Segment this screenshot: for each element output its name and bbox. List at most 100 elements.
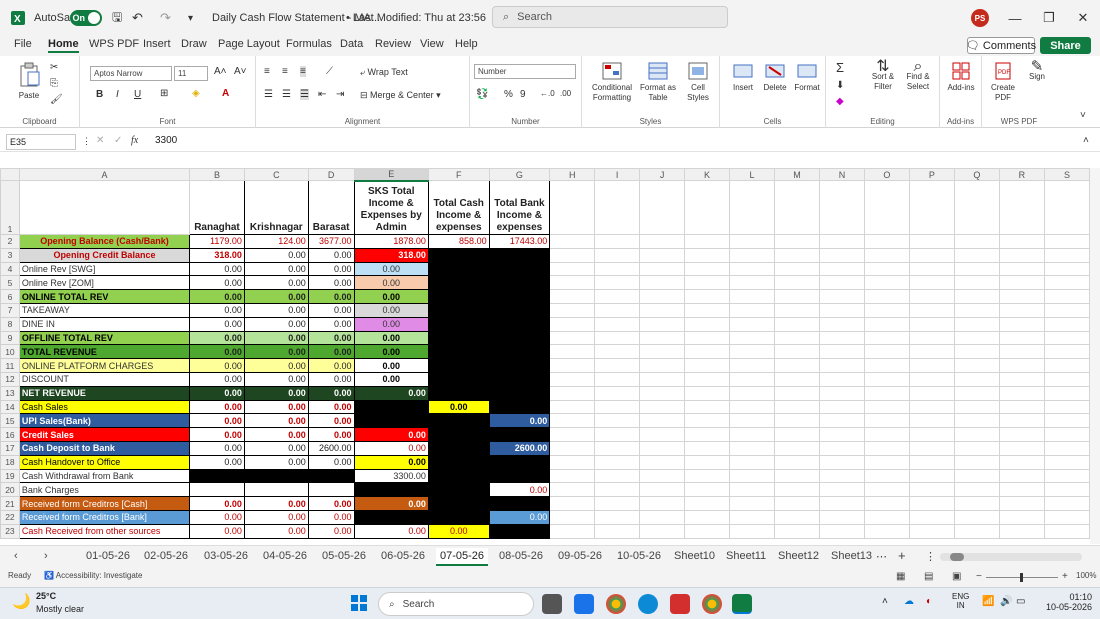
cell-d[interactable]: 0.00	[307, 275, 355, 291]
empty-cell[interactable]	[818, 330, 865, 346]
empty-cell[interactable]	[863, 180, 910, 235]
chrome-profile-icon[interactable]	[702, 594, 722, 614]
cell-f[interactable]	[427, 385, 490, 401]
zoom-slider-thumb[interactable]	[1020, 573, 1023, 582]
cell-c[interactable]: 0.00	[243, 316, 309, 332]
empty-cell[interactable]	[998, 289, 1045, 304]
row-label[interactable]: DISCOUNT	[18, 371, 191, 387]
empty-cell[interactable]	[953, 427, 1000, 442]
cell-g[interactable]	[488, 496, 551, 511]
empty-cell[interactable]	[1043, 180, 1090, 235]
cell-c[interactable]: 0.00	[243, 371, 309, 387]
empty-cell[interactable]	[1043, 482, 1090, 498]
cell-g[interactable]	[488, 275, 551, 291]
cell-c[interactable]: 0.00	[243, 454, 309, 470]
row-label[interactable]: Opening Balance (Cash/Bank)	[18, 234, 191, 249]
empty-cell[interactable]	[1043, 289, 1090, 304]
empty-cell[interactable]	[818, 302, 865, 318]
copy-icon[interactable]: ⎘	[50, 78, 58, 89]
next-sheet-icon[interactable]: ›	[44, 550, 48, 562]
empty-cell[interactable]	[818, 358, 865, 373]
empty-cell[interactable]	[729, 482, 775, 498]
empty-cell[interactable]	[818, 371, 865, 387]
empty-cell[interactable]	[998, 275, 1045, 291]
currency-icon[interactable]: 💱	[476, 89, 488, 100]
row-label[interactable]: OFFLINE TOTAL REV	[18, 330, 191, 346]
empty-cell[interactable]	[773, 454, 820, 470]
empty-cell[interactable]	[639, 523, 686, 539]
cell-g[interactable]	[488, 261, 551, 277]
empty-cell[interactable]	[908, 275, 955, 291]
empty-cell[interactable]	[953, 344, 1000, 360]
customize-qat-icon[interactable]: ▾	[188, 0, 193, 36]
empty-cell[interactable]	[773, 289, 820, 304]
empty-cell[interactable]	[773, 509, 820, 525]
empty-cell[interactable]	[908, 344, 955, 360]
empty-cell[interactable]	[594, 509, 641, 525]
empty-cell[interactable]	[863, 413, 910, 429]
cell-d[interactable]: 0.00	[307, 509, 355, 525]
row-label[interactable]: Received form Creditros [Bank]	[18, 509, 191, 525]
empty-cell[interactable]	[549, 385, 596, 401]
cell-c[interactable]: 0.00	[243, 302, 309, 318]
empty-cell[interactable]	[773, 247, 820, 263]
empty-cell[interactable]	[684, 454, 730, 470]
empty-cell[interactable]	[639, 482, 686, 498]
fill-color-icon[interactable]: ◈	[192, 88, 200, 99]
cell-d[interactable]: 0.00	[307, 261, 355, 277]
empty-cell[interactable]	[594, 302, 641, 318]
column-header-p[interactable]: P	[908, 168, 955, 181]
empty-cell[interactable]	[594, 330, 641, 346]
cell-f[interactable]	[427, 427, 490, 442]
empty-cell[interactable]	[863, 247, 910, 263]
empty-cell[interactable]	[1043, 234, 1090, 249]
cell-b[interactable]: 0.00	[189, 496, 245, 511]
share-button[interactable]: Share	[1040, 37, 1091, 54]
cut-icon[interactable]: ✂	[50, 62, 58, 73]
empty-cell[interactable]	[818, 440, 865, 456]
italic-button[interactable]: I	[116, 89, 119, 100]
addins-button[interactable]: Add-ins	[944, 62, 978, 93]
column-header-j[interactable]: J	[639, 168, 686, 181]
cell-e[interactable]: 0.00	[353, 523, 429, 539]
cell-e[interactable]: 0.00	[353, 358, 429, 373]
empty-cell[interactable]	[1043, 413, 1090, 429]
empty-cell[interactable]	[908, 289, 955, 304]
empty-cell[interactable]	[639, 289, 686, 304]
empty-cell[interactable]	[953, 496, 1000, 511]
empty-cell[interactable]	[863, 275, 910, 291]
empty-cell[interactable]	[684, 247, 730, 263]
menu-page-layout[interactable]: Page Layout	[218, 38, 280, 50]
cell-f[interactable]	[427, 371, 490, 387]
sheet-tab[interactable]: Sheet11	[726, 550, 766, 562]
edge-icon[interactable]	[638, 594, 658, 614]
cell-f[interactable]	[427, 330, 490, 346]
sheet-tab[interactable]: 04-05-26	[263, 550, 307, 562]
empty-cell[interactable]	[1043, 385, 1090, 401]
row-label[interactable]: Cash Withdrawal from Bank	[18, 468, 191, 484]
empty-cell[interactable]	[773, 261, 820, 277]
empty-cell[interactable]	[594, 523, 641, 539]
empty-cell[interactable]	[863, 496, 910, 511]
empty-cell[interactable]	[818, 468, 865, 484]
bold-button[interactable]: B	[96, 89, 103, 100]
empty-cell[interactable]	[863, 509, 910, 525]
empty-cell[interactable]	[549, 454, 596, 470]
redo-icon[interactable]: ↷	[160, 0, 171, 36]
cell-b[interactable]: 0.00	[189, 440, 245, 456]
empty-cell[interactable]	[998, 371, 1045, 387]
row-header[interactable]: 14	[0, 399, 20, 415]
empty-cell[interactable]	[639, 275, 686, 291]
empty-cell[interactable]	[998, 413, 1045, 429]
column-header-n[interactable]: N	[818, 168, 865, 181]
more-sheets-icon[interactable]: ⋯	[876, 550, 887, 563]
wps-icon[interactable]	[670, 594, 690, 614]
empty-cell[interactable]	[729, 440, 775, 456]
formula-input[interactable]: 3300	[155, 135, 177, 146]
empty-cell[interactable]	[729, 316, 775, 332]
comma-icon[interactable]: 9	[520, 89, 526, 100]
empty-cell[interactable]	[684, 468, 730, 484]
cell-b[interactable]: 0.00	[189, 509, 245, 525]
empty-cell[interactable]	[729, 275, 775, 291]
volume-icon[interactable]: 🔊	[1000, 596, 1012, 607]
